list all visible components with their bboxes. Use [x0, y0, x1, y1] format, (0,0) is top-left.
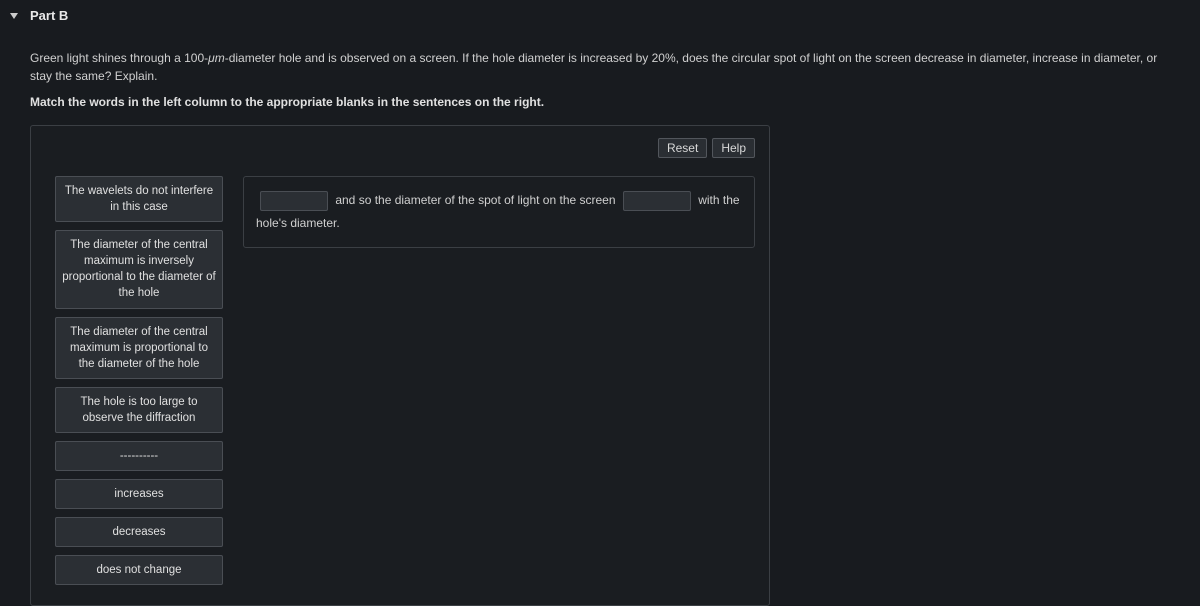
- question-pre: Green light shines through a 100-: [30, 51, 208, 65]
- blank-1[interactable]: [260, 191, 328, 211]
- question-text: Green light shines through a 100-μm-diam…: [0, 31, 1200, 91]
- question-unit: μm: [208, 51, 225, 65]
- chevron-down-icon[interactable]: [10, 13, 18, 19]
- draggable-item[interactable]: The diameter of the central maximum is i…: [55, 230, 223, 308]
- panel-toolbar: Reset Help: [45, 138, 755, 158]
- sentence-drop-area: and so the diameter of the spot of light…: [243, 176, 755, 248]
- draggable-item[interactable]: ----------: [55, 441, 223, 471]
- matching-panel: Reset Help The wavelets do not interfere…: [30, 125, 770, 606]
- part-header: Part B: [0, 0, 1200, 31]
- instruction-text: Match the words in the left column to th…: [0, 91, 1200, 119]
- draggable-item[interactable]: The wavelets do not interfere in this ca…: [55, 176, 223, 222]
- draggable-item[interactable]: decreases: [55, 517, 223, 547]
- draggable-item[interactable]: increases: [55, 479, 223, 509]
- draggable-item[interactable]: The hole is too large to observe the dif…: [55, 387, 223, 433]
- draggable-item[interactable]: The diameter of the central maximum is p…: [55, 317, 223, 379]
- blank-2[interactable]: [623, 191, 691, 211]
- panel-body: The wavelets do not interfere in this ca…: [45, 176, 755, 585]
- reset-button[interactable]: Reset: [658, 138, 707, 158]
- draggable-item[interactable]: does not change: [55, 555, 223, 585]
- help-button[interactable]: Help: [712, 138, 755, 158]
- draggable-column: The wavelets do not interfere in this ca…: [55, 176, 223, 585]
- sentence-seg1: and so the diameter of the spot of light…: [332, 193, 619, 207]
- part-title: Part B: [30, 8, 68, 23]
